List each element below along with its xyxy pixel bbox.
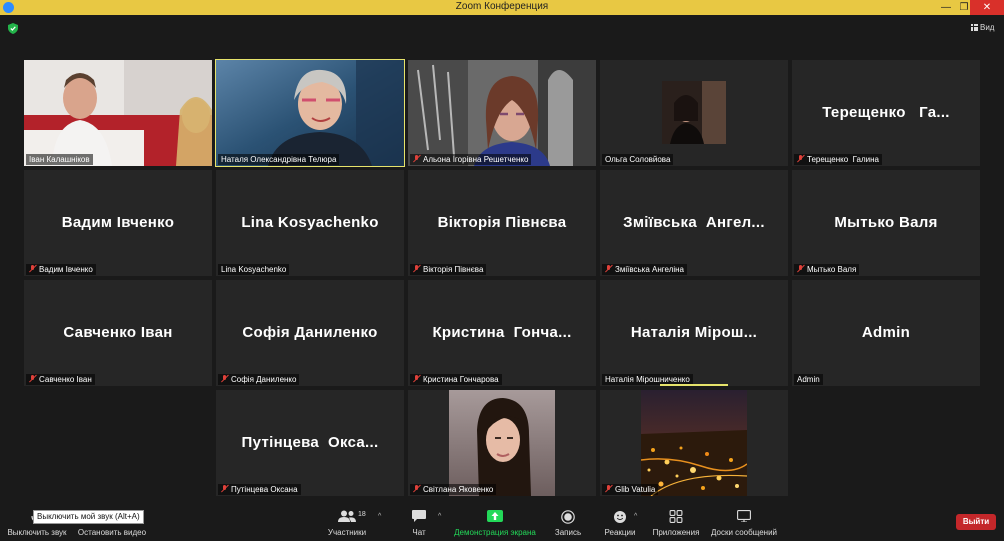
participant-name-label: Lina Kosyachenko <box>218 264 290 275</box>
participant-name-label: Світлана Яковенко <box>410 484 497 495</box>
whiteboards-button[interactable]: Доски сообщений <box>708 505 780 541</box>
participant-tile[interactable]: Мытько Валя Мытько Валя <box>792 170 980 276</box>
participant-tile[interactable]: Glib Vatulia <box>600 390 788 496</box>
participant-name-label: Кристина Гончарова <box>410 374 502 385</box>
meeting-toolbar: Выключить звук Остановить видео 18 Участ… <box>0 505 1004 541</box>
muted-mic-icon <box>29 375 36 383</box>
record-icon <box>561 510 575 524</box>
chat-options-caret-icon[interactable]: ^ <box>438 513 441 520</box>
participants-options-caret-icon[interactable]: ^ <box>378 513 381 520</box>
participant-display-name: Lina Kosyachenko <box>241 214 379 231</box>
mute-shortcut-tooltip: Выключить мой звук (Alt+A) <box>33 510 144 524</box>
participant-tile-active-speaker[interactable]: Наталя Олександрівна Телюра <box>215 59 405 167</box>
title-bar: Zoom Конференция — ❐ ✕ <box>0 0 1004 15</box>
chat-bubble-icon <box>412 510 426 522</box>
apps-icon <box>669 510 683 523</box>
participant-tile[interactable]: Зміївська Ангел... Зміївська Ангеліна <box>600 170 788 276</box>
participant-name-label: Glib Vatulia <box>602 484 659 495</box>
participant-display-name: Зміївська Ангел... <box>623 214 765 231</box>
participant-name-label: Admin <box>794 374 823 385</box>
security-shield-icon[interactable] <box>8 23 18 34</box>
muted-mic-icon <box>797 155 804 163</box>
muted-mic-icon <box>413 375 420 383</box>
participant-display-name: Путінцева Окса... <box>241 434 379 451</box>
participants-icon <box>338 510 356 522</box>
participant-tile[interactable]: Світлана Яковенко <box>408 390 596 496</box>
muted-mic-icon <box>605 485 612 493</box>
close-button[interactable]: ✕ <box>970 0 1004 15</box>
participant-display-name: Кристина Гонча... <box>432 324 572 341</box>
speaking-indicator <box>660 384 728 386</box>
participant-tile[interactable]: Савченко Іван Савченко Іван <box>24 280 212 386</box>
participant-name-label: Альона Ігорівна Решетченко <box>410 154 532 165</box>
participant-display-name: Савченко Іван <box>63 324 173 341</box>
participant-name-label: Савченко Іван <box>26 374 95 385</box>
participant-tile[interactable]: Вадим Івченко Вадим Івченко <box>24 170 212 276</box>
participant-video <box>24 60 212 166</box>
participant-display-name: Вадим Івченко <box>61 214 175 231</box>
chat-button[interactable]: Чат <box>402 505 436 541</box>
participant-tile[interactable]: Кристина Гонча... Кристина Гончарова <box>408 280 596 386</box>
record-button[interactable]: Запись <box>548 505 588 541</box>
participants-button[interactable]: 18 Участники <box>322 505 372 541</box>
participants-count: 18 <box>358 511 366 518</box>
muted-mic-icon <box>413 155 420 163</box>
participant-name-label: Софія Даниленко <box>218 374 300 385</box>
participant-name-label: Ольга Соловйова <box>602 154 674 165</box>
muted-mic-icon <box>605 265 612 273</box>
muted-mic-icon <box>797 265 804 273</box>
participant-display-name: Софія Даниленко <box>242 324 378 341</box>
participant-tile[interactable]: Admin Admin <box>792 280 980 386</box>
participant-name-label: Мытько Валя <box>794 264 860 275</box>
participant-tile[interactable]: Ольга Соловйова <box>600 60 788 166</box>
whiteboard-icon <box>737 510 751 522</box>
participant-display-name: Admin <box>861 324 911 341</box>
participant-name-label: Зміївська Ангеліна <box>602 264 687 275</box>
participant-tile[interactable]: Софія Даниленко Софія Даниленко <box>216 280 404 386</box>
participant-tile[interactable]: Терещенко Га... Терещенко Галина <box>792 60 980 166</box>
share-screen-button[interactable]: Демонстрация экрана <box>452 505 538 541</box>
reactions-button[interactable]: Реакции <box>600 505 640 541</box>
participant-video <box>216 60 404 166</box>
participant-tile[interactable]: Вікторія Півнєва Вікторія Півнєва <box>408 170 596 276</box>
apps-button[interactable]: Приложения <box>648 505 704 541</box>
participant-display-name: Мытько Валя <box>834 214 938 231</box>
participant-name-label: Вадим Івченко <box>26 264 96 275</box>
leave-meeting-button[interactable]: Выйти <box>956 514 996 530</box>
muted-mic-icon <box>221 485 228 493</box>
participant-video <box>662 81 726 144</box>
view-button[interactable]: Вид <box>971 23 994 32</box>
participant-video <box>408 60 596 166</box>
participant-name-label: Наталя Олександрівна Телюра <box>218 154 340 165</box>
participant-name-label: Путінцева Оксана <box>218 484 301 495</box>
participant-video <box>641 390 747 496</box>
window-title: Zoom Конференция <box>455 1 549 12</box>
participant-tile[interactable]: Путінцева Окса... Путінцева Оксана <box>216 390 404 496</box>
muted-mic-icon <box>29 265 36 273</box>
muted-mic-icon <box>413 265 420 273</box>
participant-name-label: Іван Калашніков <box>26 154 93 165</box>
participant-name-label: Терещенко Галина <box>794 154 882 165</box>
participant-video <box>449 390 555 496</box>
participant-tile[interactable]: Наталія Мірош... Наталія Мірошниченко <box>600 280 788 386</box>
reaction-smiley-icon <box>614 511 626 523</box>
participant-display-name: Терещенко Га... <box>822 104 950 121</box>
muted-mic-icon <box>413 485 420 493</box>
share-screen-icon <box>487 510 503 522</box>
participant-tile[interactable]: Альона Ігорівна Решетченко <box>408 60 596 166</box>
participant-name-label: Вікторія Півнєва <box>410 264 487 275</box>
participant-tile[interactable]: Lina Kosyachenko Lina Kosyachenko <box>216 170 404 276</box>
participant-tile[interactable]: Іван Калашніков <box>24 60 212 166</box>
muted-mic-icon <box>221 375 228 383</box>
reactions-options-caret-icon[interactable]: ^ <box>634 513 637 520</box>
grid-view-icon <box>971 24 978 31</box>
participant-display-name: Вікторія Півнєва <box>437 214 567 231</box>
participant-display-name: Наталія Мірош... <box>630 324 758 341</box>
